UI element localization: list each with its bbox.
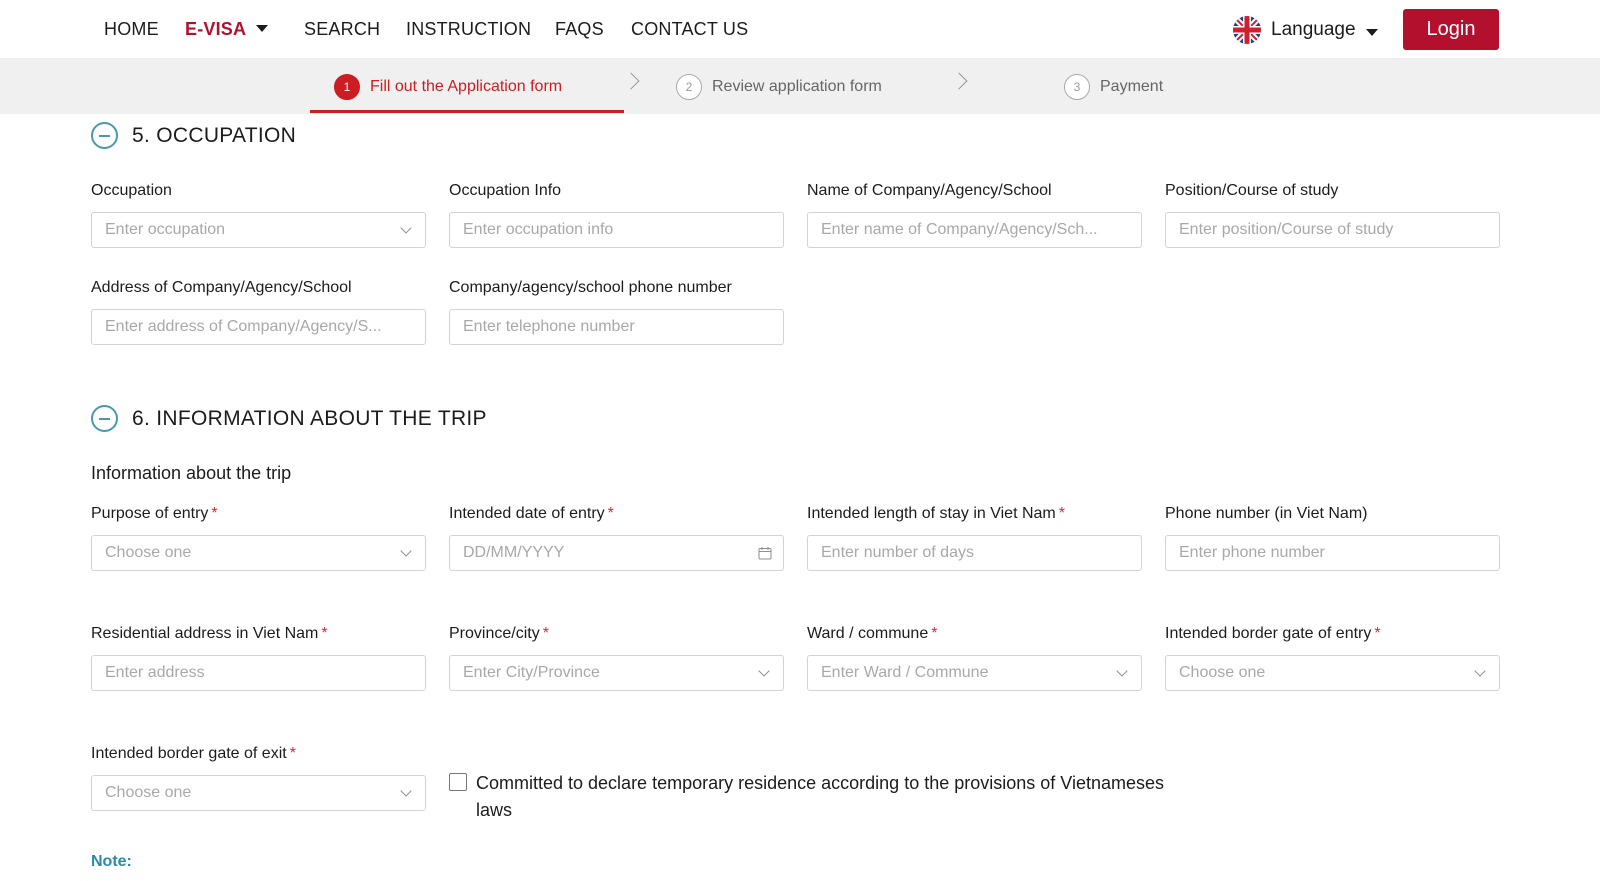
required-mark: * <box>211 505 218 522</box>
field-label: Province/city * <box>449 623 784 645</box>
nav-evisa[interactable]: E-VISA <box>185 18 269 40</box>
company-address-input[interactable] <box>91 309 426 345</box>
required-mark: * <box>542 625 549 642</box>
field-label: Phone number (in Viet Nam) <box>1165 505 1368 522</box>
field-label-text: Purpose of entry <box>91 505 209 522</box>
nav-home[interactable]: HOME <box>104 18 159 40</box>
step-number: 1 <box>334 74 360 100</box>
required-mark: * <box>1374 625 1381 642</box>
field-label: Intended border gate of exit * <box>91 743 426 765</box>
nav-evisa-label: E-VISA <box>185 19 247 39</box>
field-label: Intended length of stay in Viet Nam * <box>807 503 1142 525</box>
company-phone-input[interactable] <box>449 309 784 345</box>
position-input[interactable] <box>1165 212 1500 248</box>
field-label-text: Province/city <box>449 625 540 642</box>
login-button[interactable]: Login <box>1403 9 1499 50</box>
entry-gate-select[interactable] <box>1165 655 1500 691</box>
entry-date-input[interactable] <box>449 535 784 571</box>
step-fill-form[interactable]: 1 Fill out the Application form <box>334 73 562 101</box>
step-payment[interactable]: 3 Payment <box>1064 73 1163 101</box>
chevron-down-icon <box>256 24 269 32</box>
required-mark: * <box>607 505 614 522</box>
company-name-input[interactable] <box>807 212 1142 248</box>
residential-address-field: Residential address in Viet Nam * <box>91 623 426 691</box>
trip-subheading: Information about the trip <box>91 463 292 483</box>
field-label: Occupation <box>91 182 172 199</box>
province-select[interactable] <box>449 655 784 691</box>
field-label: Intended border gate of entry * <box>1165 623 1500 645</box>
field-label: Occupation Info <box>449 182 562 199</box>
nav-faqs[interactable]: FAQS <box>555 18 604 40</box>
company-name-field: Name of Company/Agency/School <box>807 180 1142 248</box>
occupation-info-field: Occupation Info <box>449 180 784 248</box>
occupation-section-header[interactable]: 5. OCCUPATION <box>91 122 296 149</box>
chevron-right-icon <box>950 72 968 90</box>
trip-section-header[interactable]: 6. INFORMATION ABOUT THE TRIP <box>91 405 487 432</box>
company-phone-field: Company/agency/school phone number <box>449 277 784 345</box>
occupation-select[interactable] <box>91 212 426 248</box>
application-stepper: 1 Fill out the Application form 2 Review… <box>0 59 1600 114</box>
step-review-form[interactable]: 2 Review application form <box>676 73 882 101</box>
collapse-minus-icon <box>91 405 118 432</box>
required-mark: * <box>321 625 328 642</box>
field-label: Position/Course of study <box>1165 182 1339 199</box>
note-label: Note: <box>91 853 132 870</box>
field-label: Residential address in Viet Nam * <box>91 623 426 645</box>
nav-search[interactable]: SEARCH <box>304 18 380 40</box>
field-label: Address of Company/Agency/School <box>91 279 352 296</box>
section-title: 5. OCCUPATION <box>132 123 297 147</box>
chevron-right-icon <box>622 72 640 90</box>
company-address-field: Address of Company/Agency/School <box>91 277 426 345</box>
required-mark: * <box>931 625 938 642</box>
field-label-text: Intended border gate of exit <box>91 745 287 762</box>
entry-gate-field: Intended border gate of entry * <box>1165 623 1500 691</box>
collapse-minus-icon <box>91 122 118 149</box>
active-step-indicator <box>310 110 624 113</box>
step-label: Review application form <box>712 78 882 95</box>
ward-select[interactable] <box>807 655 1142 691</box>
step-number: 2 <box>676 74 702 100</box>
section-title: 6. INFORMATION ABOUT THE TRIP <box>132 406 487 430</box>
occupation-field: Occupation <box>91 180 426 248</box>
step-number: 3 <box>1064 74 1090 100</box>
field-label-text: Ward / commune <box>807 625 929 642</box>
language-selector[interactable]: Language <box>1233 15 1378 45</box>
field-label-text: Intended border gate of entry <box>1165 625 1372 642</box>
commitment-checkbox-row[interactable]: Committed to declare temporary residence… <box>449 770 1166 824</box>
length-of-stay-input[interactable] <box>807 535 1142 571</box>
field-label: Intended date of entry * <box>449 503 784 525</box>
caret-down-icon <box>1365 28 1378 36</box>
position-field: Position/Course of study <box>1165 180 1500 248</box>
field-label-text: Intended date of entry <box>449 505 605 522</box>
ward-field: Ward / commune * <box>807 623 1142 691</box>
exit-gate-field: Intended border gate of exit * <box>91 743 426 811</box>
purpose-field: Purpose of entry * <box>91 503 426 571</box>
field-label: Ward / commune * <box>807 623 1142 645</box>
nav-contact-us[interactable]: CONTACT US <box>631 18 748 40</box>
field-label: Name of Company/Agency/School <box>807 182 1052 199</box>
province-field: Province/city * <box>449 623 784 691</box>
nav-instruction[interactable]: INSTRUCTION <box>406 18 531 40</box>
residential-address-input[interactable] <box>91 655 426 691</box>
exit-gate-select[interactable] <box>91 775 426 811</box>
occupation-info-input[interactable] <box>449 212 784 248</box>
entry-date-field: Intended date of entry * <box>449 503 784 571</box>
uk-flag-icon <box>1233 16 1261 44</box>
phone-vn-field: Phone number (in Viet Nam) <box>1165 503 1500 571</box>
field-label-text: Residential address in Viet Nam <box>91 625 319 642</box>
language-label: Language <box>1271 19 1356 40</box>
commitment-checkbox[interactable] <box>449 773 467 791</box>
commitment-text: Committed to declare temporary residence… <box>476 773 1165 820</box>
step-label: Payment <box>1100 78 1164 95</box>
length-of-stay-field: Intended length of stay in Viet Nam * <box>807 503 1142 571</box>
purpose-select[interactable] <box>91 535 426 571</box>
top-navigation: HOME E-VISA SEARCH INSTRUCTION FAQS CONT… <box>0 0 1600 59</box>
phone-vn-input[interactable] <box>1165 535 1500 571</box>
required-mark: * <box>289 745 296 762</box>
field-label: Purpose of entry * <box>91 503 426 525</box>
step-label: Fill out the Application form <box>370 78 563 95</box>
field-label-text: Intended length of stay in Viet Nam <box>807 505 1056 522</box>
field-label: Company/agency/school phone number <box>449 279 732 296</box>
required-mark: * <box>1058 505 1065 522</box>
